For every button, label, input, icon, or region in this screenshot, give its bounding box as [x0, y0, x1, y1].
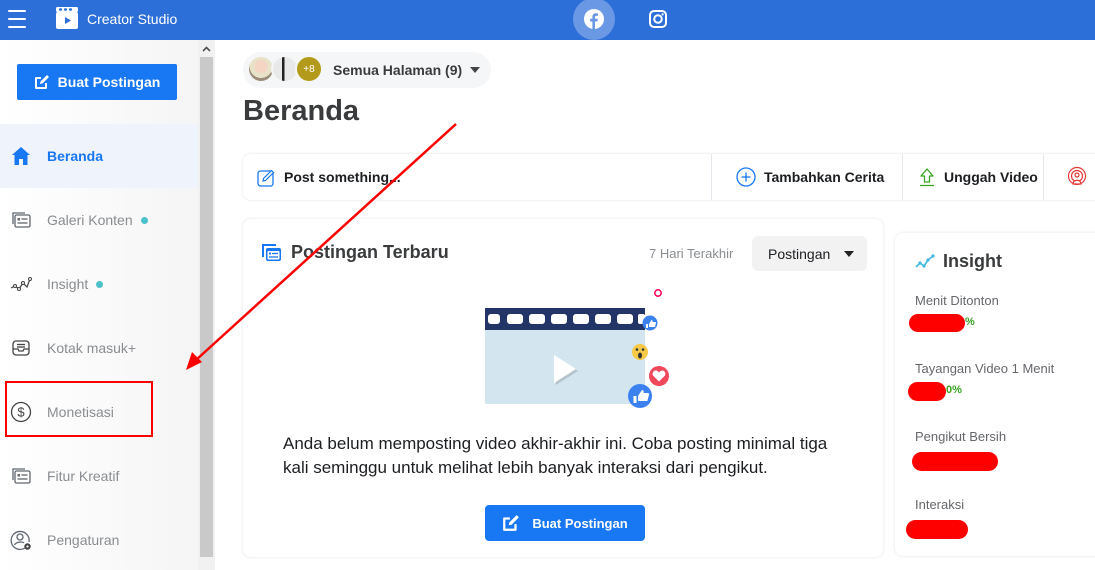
top-bar: Creator Studio: [0, 0, 1095, 40]
content-library-icon: [262, 243, 281, 261]
metric-value: [906, 520, 968, 540]
metric-change: 0%: [946, 384, 962, 396]
sidebar-item-pengaturan[interactable]: Pengaturan: [0, 508, 198, 570]
facebook-icon: [584, 9, 604, 29]
divider: [1043, 154, 1044, 200]
create-post-inline-label: Buat Postingan: [532, 515, 628, 531]
main-content: +8 Semua Halaman (9) Beranda Post someth…: [215, 40, 1095, 570]
insight-chart-icon: [10, 273, 32, 295]
menu-icon[interactable]: [8, 10, 28, 28]
create-post-button[interactable]: Buat Postingan: [17, 64, 177, 100]
page-title: Beranda: [243, 95, 360, 127]
inbox-icon: [10, 337, 32, 359]
instagram-tab[interactable]: [647, 8, 669, 30]
create-post-button-inline[interactable]: Buat Postingan: [485, 505, 645, 541]
metric-minutes-viewed[interactable]: Menit Ditonton %: [909, 293, 999, 336]
sidebar-item-fitur-kreatif[interactable]: Fitur Kreatif: [0, 444, 198, 508]
post-something-label: Post something...: [284, 169, 401, 185]
metric-value: [912, 452, 1006, 472]
avatar-more-count: +8: [295, 55, 323, 83]
post-type-selected: Postingan: [768, 245, 831, 262]
sidebar-item-label: Beranda: [47, 148, 104, 164]
creator-studio-logo: [56, 7, 78, 29]
add-story-label: Tambahkan Cerita: [764, 169, 885, 185]
scroll-up-button[interactable]: [198, 40, 215, 57]
sidebar-item-label: Fitur Kreatif: [47, 468, 120, 484]
home-icon: [10, 145, 32, 167]
edit-icon: [503, 515, 520, 531]
divider: [902, 154, 903, 200]
go-live-button[interactable]: [1067, 154, 1095, 200]
create-post-label: Buat Postingan: [57, 74, 161, 90]
metric-label: Pengikut Bersih: [915, 429, 1007, 444]
sidebar-scrollbar[interactable]: [198, 40, 215, 570]
metric-label: Interaksi: [915, 497, 965, 512]
svg-text:$: $: [17, 405, 25, 420]
sidebar-item-kotak-masuk[interactable]: Kotak masuk+: [0, 316, 198, 380]
date-range-label: 7 Hari Terakhir: [649, 246, 734, 261]
caret-down-icon: [470, 67, 481, 73]
upload-video-button[interactable]: Unggah Video: [918, 154, 1038, 200]
notification-dot: [96, 280, 104, 288]
sidebar-item-label: Pengaturan: [47, 532, 120, 548]
add-story-button[interactable]: Tambahkan Cerita: [736, 154, 884, 200]
insight-chart-icon: [915, 253, 935, 268]
sidebar-item-insight[interactable]: Insight: [0, 252, 198, 316]
creative-tools-icon: [10, 465, 32, 487]
page-switcher-label: Semua Halaman (9): [333, 62, 463, 78]
page-switcher-dropdown[interactable]: +8 Semua Halaman (9): [243, 52, 491, 88]
plus-circle-icon: [736, 167, 756, 187]
scrollbar-thumb[interactable]: [200, 57, 213, 557]
sidebar-item-label: Monetisasi: [47, 404, 114, 420]
compose-icon: [257, 169, 275, 187]
redaction-mark: [909, 314, 965, 332]
page-avatars: +8: [247, 55, 325, 85]
content-library-icon: [10, 209, 32, 231]
divider: [711, 154, 712, 200]
redaction-mark: [912, 452, 998, 471]
metric-interactions[interactable]: Interaksi: [906, 497, 968, 540]
metric-label: Menit Ditonton: [915, 293, 999, 308]
redaction-mark: [906, 520, 968, 539]
sidebar-item-label: Galeri Konten: [47, 212, 148, 228]
empty-state-message: Anda belum memposting video akhir-akhir …: [283, 434, 828, 477]
notification-dot: [140, 216, 148, 224]
app-title: Creator Studio: [87, 11, 178, 27]
post-something-button[interactable]: Post something...: [257, 154, 401, 200]
sidebar: Buat Postingan Beranda Galeri Konten Ins…: [0, 40, 198, 570]
post-type-dropdown[interactable]: Postingan: [752, 236, 867, 271]
edit-icon: [34, 75, 49, 89]
metric-net-followers[interactable]: Pengikut Bersih: [912, 429, 1007, 472]
settings-user-icon: [10, 529, 32, 551]
live-broadcast-icon: [1067, 166, 1087, 186]
empty-video-illustration: [485, 289, 669, 408]
upload-video-label: Unggah Video: [944, 169, 1038, 185]
insight-title: Insight: [915, 251, 1002, 272]
recent-posts-title: Postingan Terbaru: [261, 242, 449, 263]
metric-change: %: [965, 316, 975, 328]
upload-arrow-icon: [920, 168, 934, 187]
metric-label: Tayangan Video 1 Menit: [915, 361, 1055, 376]
sidebar-item-galeri-konten[interactable]: Galeri Konten: [0, 188, 198, 252]
sidebar-item-label: Kotak masuk+: [47, 340, 137, 356]
sidebar-item-monetisasi[interactable]: $ Monetisasi: [0, 380, 198, 444]
insight-card: Insight Menit Ditonton % Tayangan Video …: [895, 233, 1095, 556]
sidebar-item-label: Insight: [47, 276, 104, 292]
metric-value: %: [909, 314, 999, 336]
metric-one-minute-views[interactable]: Tayangan Video 1 Menit 0%: [908, 361, 1055, 404]
redaction-mark: [908, 382, 946, 401]
metric-value: 0%: [908, 382, 1054, 404]
caret-down-icon: [844, 250, 855, 257]
chevron-up-icon: [202, 45, 211, 52]
dollar-icon: $: [10, 401, 32, 423]
sidebar-item-beranda[interactable]: Beranda: [0, 124, 198, 188]
recent-posts-card: Postingan Terbaru 7 Hari Terakhir Postin…: [243, 219, 883, 557]
action-bar: Post something... Tambahkan Cerita Ungga…: [243, 154, 1095, 200]
facebook-tab[interactable]: [573, 0, 615, 40]
